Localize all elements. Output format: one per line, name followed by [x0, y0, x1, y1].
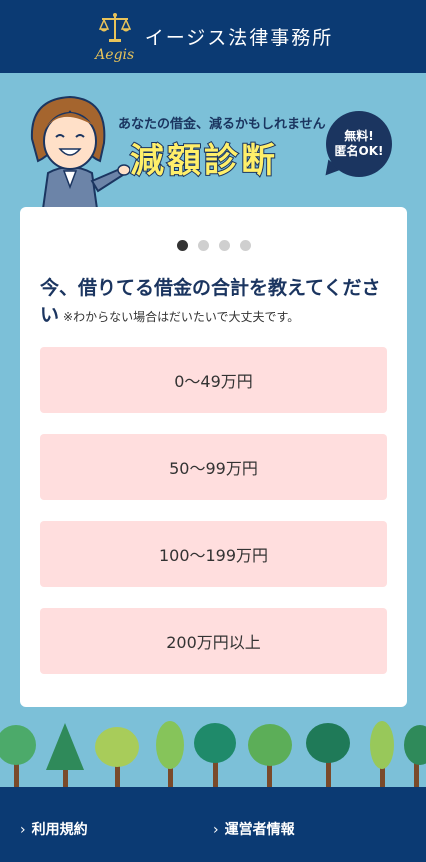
option-button[interactable]: 0〜49万円	[40, 347, 387, 413]
hero-tagline: あなたの借金、減るかもしれません	[118, 117, 326, 132]
tree-illustration	[156, 721, 184, 789]
trees-decoration	[0, 721, 426, 789]
step-indicator	[20, 240, 407, 251]
hero-banner: あなたの借金、減るかもしれません 減額診断 無料! 匿名OK!	[0, 73, 426, 216]
tree-illustration	[0, 725, 36, 787]
site-header: Aegis イージス法律事務所	[0, 0, 426, 73]
step-dot	[239, 240, 251, 251]
free-anonymous-badge: 無料! 匿名OK!	[326, 111, 392, 177]
terms-link-label: 利用規約	[31, 822, 88, 838]
operator-info-link[interactable]: › 運営者情報	[213, 819, 295, 839]
option-button[interactable]: 200万円以上	[40, 608, 387, 674]
option-button[interactable]: 100〜199万円	[40, 521, 387, 587]
badge-free-text: 無料!	[344, 129, 374, 143]
woman-illustration	[30, 95, 130, 216]
brand-name: イージス法律事務所	[144, 27, 334, 49]
operator-info-link-label: 運営者情報	[224, 822, 295, 838]
step-dot	[176, 240, 188, 251]
tree-illustration	[46, 723, 84, 789]
aegis-scales-logo[interactable]: Aegis	[93, 11, 137, 63]
tree-illustration	[248, 724, 292, 789]
badge-anon-text: 匿名OK!	[334, 144, 384, 158]
tree-illustration	[194, 723, 236, 789]
tree-illustration	[370, 721, 394, 789]
question-note: ※わからない場合はだいたいで大丈夫です。	[63, 310, 300, 324]
tree-illustration	[404, 725, 426, 789]
tree-illustration	[306, 723, 350, 789]
site-footer: › 利用規約 › 運営者情報	[0, 787, 426, 862]
hero-title: 減額診断	[129, 140, 278, 182]
quiz-card: 今、借りてる借金の合計を教えてください ※わからない場合はだいたいで大丈夫です。 …	[20, 207, 407, 707]
terms-link[interactable]: › 利用規約	[20, 819, 88, 839]
option-button[interactable]: 50〜99万円	[40, 434, 387, 500]
answer-options: 0〜49万円 50〜99万円 100〜199万円 200万円以上	[40, 347, 387, 695]
tree-illustration	[95, 727, 139, 789]
step-dot	[218, 240, 230, 251]
chevron-right-icon: ›	[213, 822, 219, 838]
step-dot	[197, 240, 209, 251]
logo-text: Aegis	[95, 46, 135, 63]
question-heading: 今、借りてる借金の合計を教えてください ※わからない場合はだいたいで大丈夫です。	[40, 275, 390, 331]
chevron-right-icon: ›	[20, 822, 26, 838]
scales-icon	[98, 12, 131, 42]
